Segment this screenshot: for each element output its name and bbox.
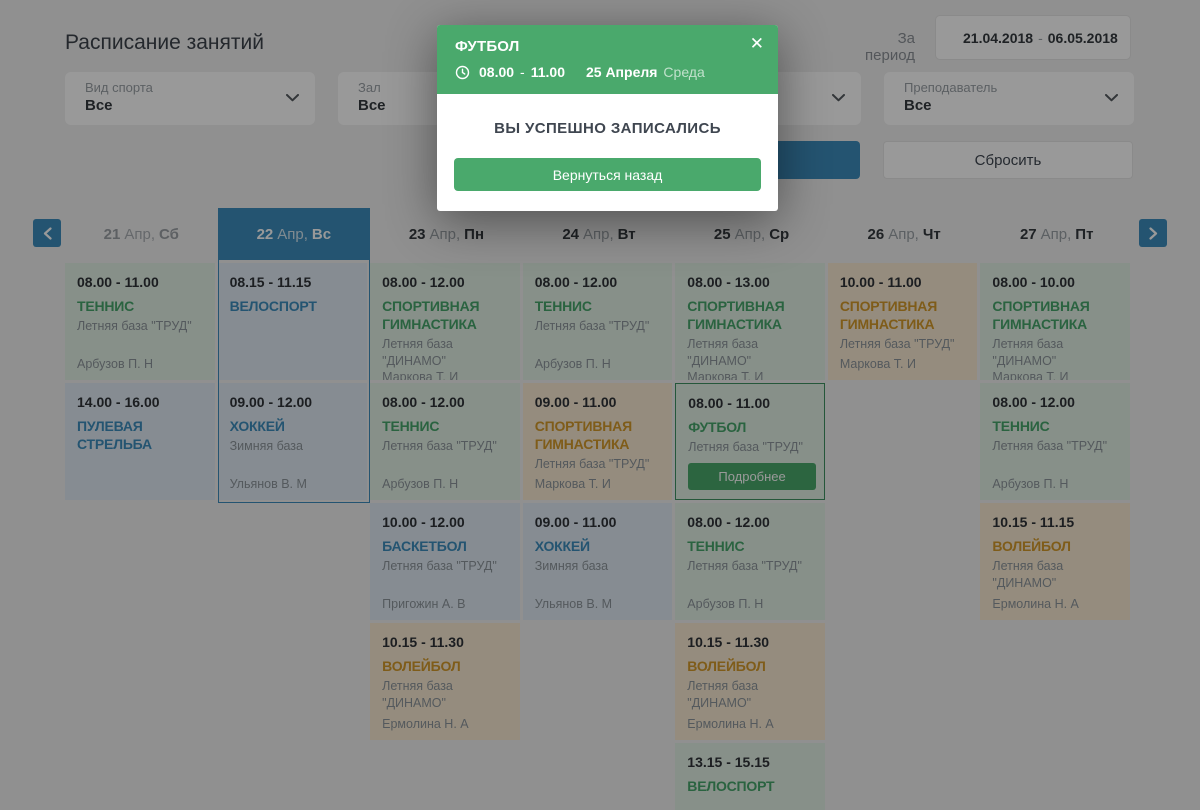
schedule-page: Расписание занятий За период 21.04.2018 … — [0, 0, 1200, 810]
close-icon[interactable]: ✕ — [750, 35, 764, 52]
modal-body: ВЫ УСПЕШНО ЗАПИСАЛИСЬ Вернуться назад — [437, 94, 778, 211]
modal-header: ФУТБОЛ ✕ 08.00 - 11.00 25 Апреля Среда — [437, 25, 778, 94]
back-button[interactable]: Вернуться назад — [454, 158, 761, 191]
modal-time-start: 08.00 — [479, 64, 514, 80]
modal-time-separator: - — [520, 64, 525, 80]
booking-modal: ФУТБОЛ ✕ 08.00 - 11.00 25 Апреля Среда В… — [437, 25, 778, 211]
modal-title: ФУТБОЛ — [455, 38, 760, 55]
modal-time-row: 08.00 - 11.00 25 Апреля Среда — [455, 64, 760, 80]
modal-date: 25 Апреля — [586, 64, 657, 80]
modal-time-end: 11.00 — [531, 64, 565, 80]
clock-icon — [455, 65, 470, 80]
success-message: ВЫ УСПЕШНО ЗАПИСАЛИСЬ — [454, 120, 761, 137]
modal-weekday: Среда — [663, 64, 704, 80]
